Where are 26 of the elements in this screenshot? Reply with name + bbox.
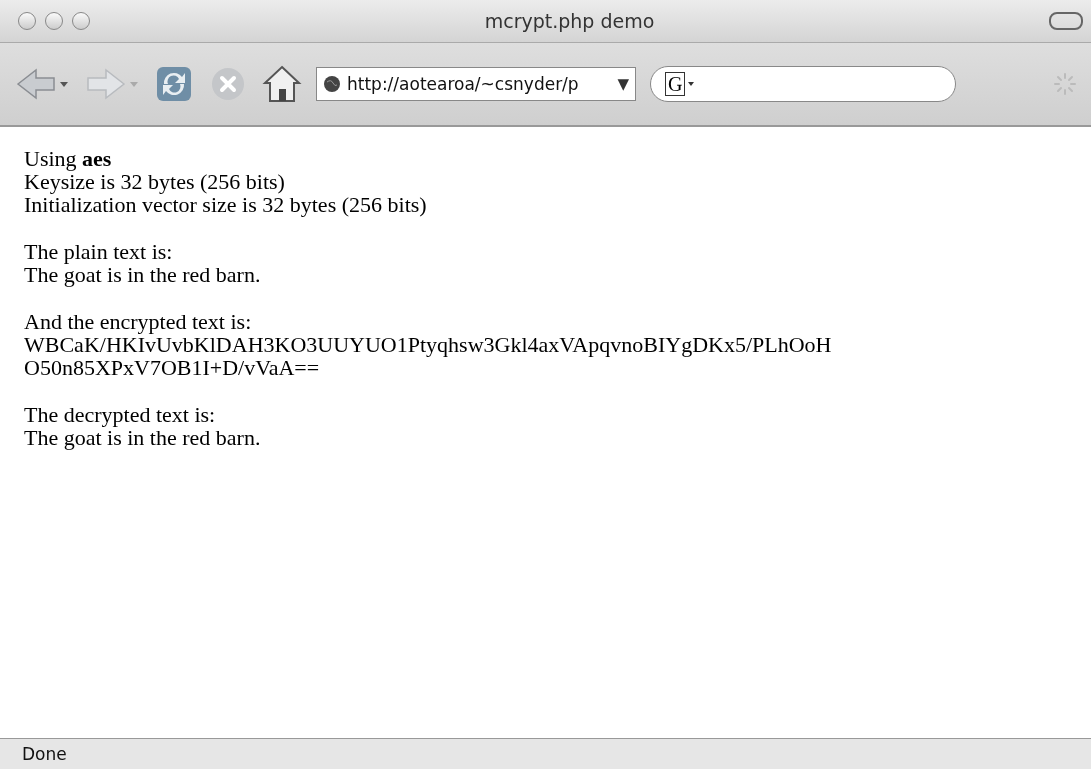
reload-icon[interactable] xyxy=(154,64,194,104)
caret-icon xyxy=(687,80,696,88)
status-text: Done xyxy=(22,744,67,764)
address-field[interactable]: http://aotearoa/~csnyder/p ▼ xyxy=(316,67,636,101)
search-engine-label[interactable]: G xyxy=(665,72,686,96)
window-title: mcrypt.php demo xyxy=(483,10,656,32)
page-text: O50n85XPxV7OB1I+D/vVaA== xyxy=(24,356,320,379)
globe-icon xyxy=(323,75,341,93)
spinner-icon xyxy=(1053,72,1077,96)
close-window-icon[interactable] xyxy=(18,12,36,30)
url-menu-arrow[interactable]: ▼ xyxy=(617,75,629,93)
page-text: Using aes xyxy=(24,147,112,170)
page-text: The plain text is: xyxy=(24,240,173,263)
zoom-window-icon[interactable] xyxy=(72,12,90,30)
page-text: The goat is in the red barn. xyxy=(24,263,261,286)
toolbar-toggle-icon[interactable] xyxy=(1049,12,1083,30)
page-text: The decrypted text is: xyxy=(24,403,216,426)
page-text: Initialization vector size is 32 bytes (256 bits) xyxy=(24,193,427,216)
minimize-window-icon[interactable] xyxy=(45,12,63,30)
page-text: Keysize is 32 bytes (256 bits) xyxy=(24,170,285,193)
home-icon[interactable] xyxy=(262,64,302,104)
page-text: WBCaK/HKIvUvbKlDAH3KO3UUYUO1Ptyqhsw3Gkl4axVApqvnoBIYgDKx5/PLhOoH xyxy=(24,333,832,356)
url-text: http://aotearoa/~csnyder/p xyxy=(347,74,580,94)
page-text: The goat is in the red barn. xyxy=(24,426,261,449)
search-field[interactable]: G xyxy=(650,66,956,102)
page-text: And the encrypted text is: xyxy=(24,310,252,333)
